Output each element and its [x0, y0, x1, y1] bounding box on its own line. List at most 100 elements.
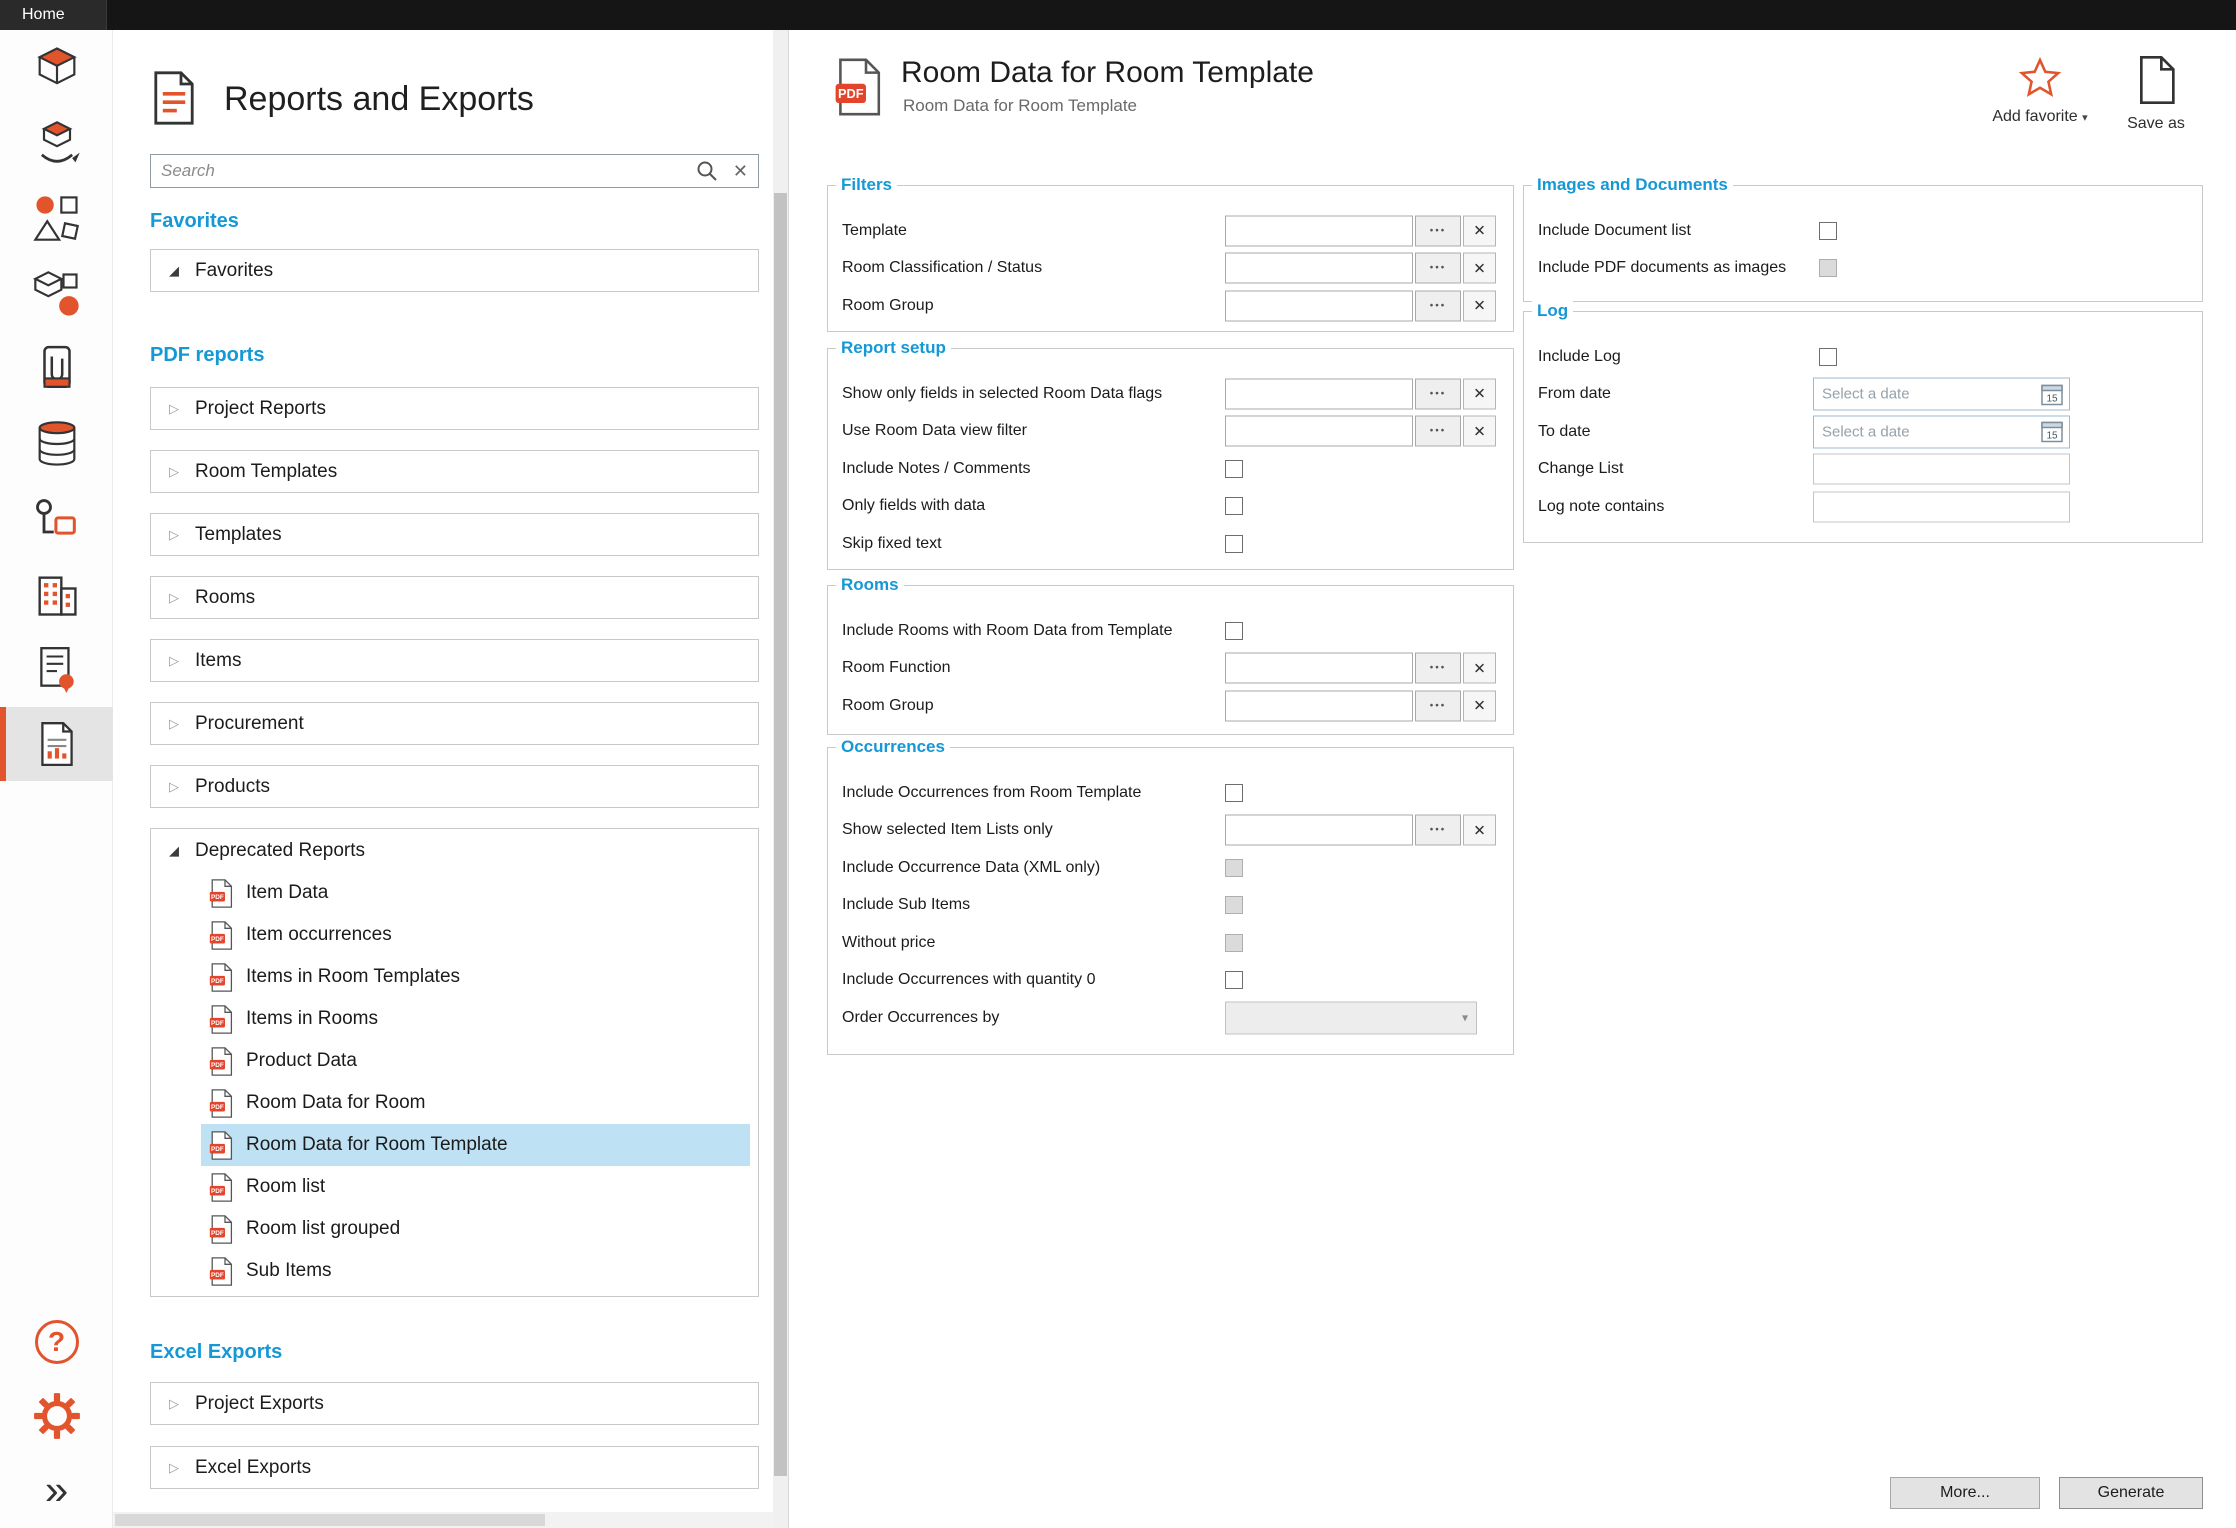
certified-doc-icon[interactable]	[0, 632, 113, 706]
space-sync-icon[interactable]	[0, 107, 113, 181]
include-notes-checkbox[interactable]	[1225, 460, 1243, 478]
collapsed-arrow-icon[interactable]: ▷	[169, 1460, 189, 1476]
room-function-clear-button[interactable]: ✕	[1463, 653, 1496, 684]
attachments-icon[interactable]	[0, 331, 113, 405]
view-filter-input[interactable]	[1225, 416, 1413, 447]
room-group-browse-button[interactable]: •••	[1415, 290, 1461, 321]
expanded-arrow-icon[interactable]: ◢	[169, 263, 189, 279]
room-data-flags-input[interactable]	[1225, 378, 1413, 409]
include-rooms-checkbox[interactable]	[1225, 622, 1243, 640]
tree-child-items-in-room-templates[interactable]: PDF Items in Room Templates	[201, 956, 750, 998]
item-lists-input[interactable]	[1225, 815, 1413, 846]
tree-item-templates[interactable]: ▷ Templates	[150, 513, 759, 556]
quantity-zero-checkbox[interactable]	[1225, 971, 1243, 989]
components-icon[interactable]	[0, 257, 113, 331]
buildings-icon[interactable]	[0, 558, 113, 632]
tree-item-products[interactable]: ▷ Products	[150, 765, 759, 808]
collapsed-arrow-icon[interactable]: ▷	[169, 716, 189, 732]
tree-item-deprecated-reports[interactable]: ◢ Deprecated Reports	[151, 829, 758, 872]
tree-child-item-data[interactable]: PDF Item Data	[201, 872, 750, 914]
item-lists-clear-button[interactable]: ✕	[1463, 815, 1496, 846]
collapsed-arrow-icon[interactable]: ▷	[169, 401, 189, 417]
tree-child-room-data-for-room-template-selected[interactable]: PDF Room Data for Room Template	[201, 1124, 750, 1166]
search-clear-icon[interactable]: ✕	[733, 161, 748, 182]
template-input[interactable]	[1225, 215, 1413, 246]
tree-child-room-data-for-room[interactable]: PDF Room Data for Room	[201, 1082, 750, 1124]
spaces-icon[interactable]	[0, 31, 113, 105]
tree-child-items-in-rooms[interactable]: PDF Items in Rooms	[201, 998, 750, 1040]
reports-icon-selected[interactable]	[0, 707, 113, 781]
save-as-button[interactable]: Save as	[2111, 56, 2201, 133]
rooms-room-group-clear-button[interactable]: ✕	[1463, 690, 1496, 721]
log-note-input[interactable]	[1813, 491, 2070, 522]
tree-child-room-list-grouped[interactable]: PDF Room list grouped	[201, 1208, 750, 1250]
settings-icon[interactable]	[0, 1379, 113, 1453]
room-function-browse-button[interactable]: •••	[1415, 653, 1461, 684]
view-filter-browse-button[interactable]: •••	[1415, 416, 1461, 447]
expanded-arrow-icon[interactable]: ◢	[169, 843, 189, 859]
field-label: Log note contains	[1538, 498, 1664, 516]
collapsed-arrow-icon[interactable]: ▷	[169, 464, 189, 480]
room-classification-browse-button[interactable]: •••	[1415, 253, 1461, 284]
occurrence-data-xml-checkbox	[1225, 859, 1243, 877]
generate-button[interactable]: Generate	[2059, 1477, 2203, 1509]
tree-child-product-data[interactable]: PDF Product Data	[201, 1040, 750, 1082]
collapsed-arrow-icon[interactable]: ▷	[169, 527, 189, 543]
collapsed-arrow-icon[interactable]: ▷	[169, 590, 189, 606]
include-log-checkbox[interactable]	[1819, 348, 1837, 366]
horizontal-scrollbar[interactable]	[113, 1512, 774, 1528]
to-date-input[interactable]: Select a date 15	[1813, 415, 2070, 448]
item-lists-browse-button[interactable]: •••	[1415, 815, 1461, 846]
room-group-input[interactable]	[1225, 290, 1413, 321]
room-data-flags-browse-button[interactable]: •••	[1415, 378, 1461, 409]
skip-fixed-text-checkbox[interactable]	[1225, 535, 1243, 553]
tree-item-favorites[interactable]: ◢ Favorites	[150, 249, 759, 292]
room-data-flags-clear-button[interactable]: ✕	[1463, 378, 1496, 409]
tree-item-rooms[interactable]: ▷ Rooms	[150, 576, 759, 619]
vertical-scrollbar-thumb[interactable]	[774, 193, 787, 1476]
template-browse-button[interactable]: •••	[1415, 215, 1461, 246]
tree-item-excel-exports[interactable]: ▷ Excel Exports	[150, 1446, 759, 1489]
rooms-room-group-input[interactable]	[1225, 690, 1413, 721]
room-group-clear-button[interactable]: ✕	[1463, 290, 1496, 321]
more-button[interactable]: More...	[1890, 1477, 2040, 1509]
search-icon[interactable]	[695, 159, 719, 183]
row-selected-item-lists: Show selected Item Lists only ••• ✕	[828, 812, 1513, 850]
row-to-date: To date Select a date 15	[1524, 413, 2202, 451]
include-occurrences-checkbox[interactable]	[1225, 784, 1243, 802]
tree-item-project-reports[interactable]: ▷ Project Reports	[150, 387, 759, 430]
tree-child-room-list[interactable]: PDF Room list	[201, 1166, 750, 1208]
room-classification-clear-button[interactable]: ✕	[1463, 253, 1496, 284]
from-date-input[interactable]: Select a date 15	[1813, 378, 2070, 411]
add-favorite-button[interactable]: Add favorite ▾	[1985, 56, 2095, 128]
calendar-icon[interactable]: 15	[2040, 382, 2064, 406]
collapsed-arrow-icon[interactable]: ▷	[169, 779, 189, 795]
tree-item-project-exports[interactable]: ▷ Project Exports	[150, 1382, 759, 1425]
only-fields-with-data-checkbox[interactable]	[1225, 497, 1243, 515]
logistics-icon[interactable]	[0, 482, 113, 556]
rooms-room-group-browse-button[interactable]: •••	[1415, 690, 1461, 721]
calendar-icon[interactable]: 15	[2040, 420, 2064, 444]
database-icon[interactable]	[0, 407, 113, 481]
tree-child-item-occurrences[interactable]: PDF Item occurrences	[201, 914, 750, 956]
tree-item-items[interactable]: ▷ Items	[150, 639, 759, 682]
search-input[interactable]	[161, 161, 695, 181]
horizontal-scrollbar-thumb[interactable]	[115, 1514, 545, 1526]
tree-item-room-templates[interactable]: ▷ Room Templates	[150, 450, 759, 493]
tree-item-procurement[interactable]: ▷ Procurement	[150, 702, 759, 745]
vertical-scrollbar[interactable]	[773, 30, 788, 1528]
view-filter-clear-button[interactable]: ✕	[1463, 416, 1496, 447]
tab-home[interactable]: Home	[0, 0, 107, 30]
collapsed-arrow-icon[interactable]: ▷	[169, 653, 189, 669]
tree-child-sub-items[interactable]: PDF Sub Items	[201, 1250, 750, 1292]
shapes-icon[interactable]	[0, 181, 113, 255]
collapsed-arrow-icon[interactable]: ▷	[169, 1396, 189, 1412]
room-function-input[interactable]	[1225, 653, 1413, 684]
expand-rail-icon[interactable]: »	[0, 1453, 113, 1527]
help-icon[interactable]: ?	[0, 1305, 113, 1379]
change-list-input[interactable]	[1813, 454, 2070, 485]
template-clear-button[interactable]: ✕	[1463, 215, 1496, 246]
include-document-list-checkbox[interactable]	[1819, 222, 1837, 240]
room-classification-input[interactable]	[1225, 253, 1413, 284]
order-occurrences-dropdown[interactable]: ▾	[1225, 1001, 1477, 1034]
